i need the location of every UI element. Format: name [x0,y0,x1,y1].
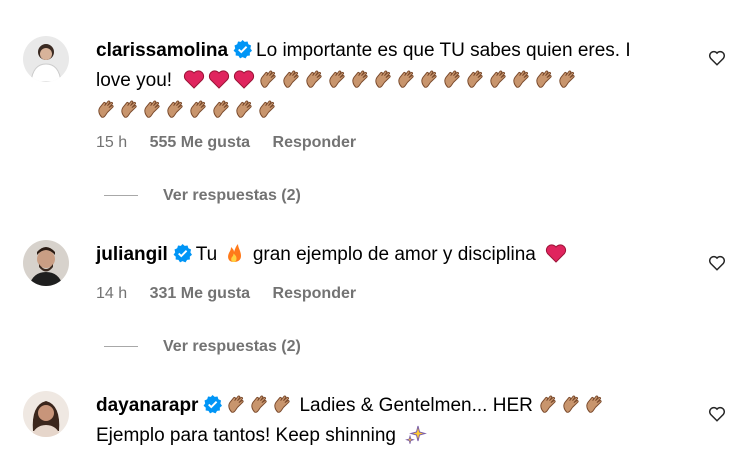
clapping-hands-icon [465,69,486,90]
comment-time[interactable]: 15 h [96,134,127,151]
comment-text-part: Ejemplo para tantos! Keep shinning [96,425,396,446]
comment-text: dayanarapr Ladies & Gentelmen... HER Ejem… [96,391,692,451]
heart-outline-icon [708,255,726,271]
reply-button[interactable]: Responder [273,134,357,151]
verified-badge-icon [233,40,253,59]
comment-text: juliangil Tu gran ejemplo de amor y disci… [96,240,692,270]
avatar-image [23,391,69,437]
view-replies-label: Ver respuestas (2) [163,187,301,204]
comment-username[interactable]: clarissamolina [96,40,228,61]
clapping-hands-icon [281,69,302,90]
clapping-hands-icon [96,99,117,120]
avatar[interactable] [23,391,69,437]
clapping-hands-icon [272,394,293,415]
view-replies-label: Ver respuestas (2) [163,338,301,355]
fire-icon [223,243,245,263]
verified-badge-icon [173,244,192,263]
clapping-hands-icon [142,99,163,120]
clap-row-3 [226,395,295,416]
clap-row-1 [258,70,580,91]
heart-outline-icon [708,50,726,66]
divider-line [104,195,138,197]
clapping-hands-icon [234,99,255,120]
clapping-hands-icon [584,394,605,415]
red-heart-icon [183,69,205,89]
clapping-hands-icon [442,69,463,90]
comment-text: clarissamolina Lo importante es que TU sa… [96,36,692,126]
comment-meta: 14 h 331 Me gusta Responder [96,284,374,304]
clapping-hands-icon [373,69,394,90]
red-heart-icon [208,69,230,89]
clapping-hands-icon [211,99,232,120]
avatar[interactable] [23,36,69,82]
clapping-hands-icon [304,69,325,90]
clapping-hands-icon [249,394,270,415]
divider-line [104,346,138,348]
like-button[interactable] [708,405,726,423]
clapping-hands-icon [188,99,209,120]
comment-text-part: Lo importante es que TU sabes quien eres… [256,40,631,61]
red-heart-icon [233,69,255,89]
clapping-hands-icon [226,394,247,415]
clapping-hands-icon [538,394,559,415]
red-heart-icon [545,243,567,263]
comment-username[interactable]: dayanarapr [96,395,198,416]
clapping-hands-icon [534,69,555,90]
clapping-hands-icon [165,99,186,120]
clapping-hands-icon [258,69,279,90]
reply-button[interactable]: Responder [273,285,357,302]
sparkles-icon [405,424,428,444]
clapping-hands-icon [557,69,578,90]
clapping-hands-icon [488,69,509,90]
comment-text-part: gran ejemplo de amor y disciplina [252,244,536,265]
comment-likes[interactable]: 331 Me gusta [150,285,250,302]
comment-username[interactable]: juliangil [96,244,168,265]
clapping-hands-icon [257,99,278,120]
avatar-image [23,240,69,286]
clapping-hands-icon [396,69,417,90]
comment-text-part: Ladies & Gentelmen... HER [299,395,533,416]
like-button[interactable] [708,254,726,272]
comment-meta: 15 h 555 Me gusta Responder [96,133,374,153]
clapping-hands-icon [119,99,140,120]
clapping-hands-icon [350,69,371,90]
avatar-image [23,36,69,82]
clapping-hands-icon [561,394,582,415]
comment-likes[interactable]: 555 Me gusta [150,134,250,151]
clap-row-2 [96,100,280,121]
clapping-hands-icon [327,69,348,90]
heart-outline-icon [708,406,726,422]
like-button[interactable] [708,49,726,67]
view-replies-button[interactable]: Ver respuestas (2) [104,186,301,206]
avatar[interactable] [23,240,69,286]
comment-time[interactable]: 14 h [96,285,127,302]
view-replies-button[interactable]: Ver respuestas (2) [104,337,301,357]
clapping-hands-icon [419,69,440,90]
clap-row-4 [538,395,607,416]
verified-badge-icon [203,395,223,414]
comment-text-part: Tu [195,244,218,265]
clapping-hands-icon [511,69,532,90]
comment-text-part: love you! [96,70,173,91]
